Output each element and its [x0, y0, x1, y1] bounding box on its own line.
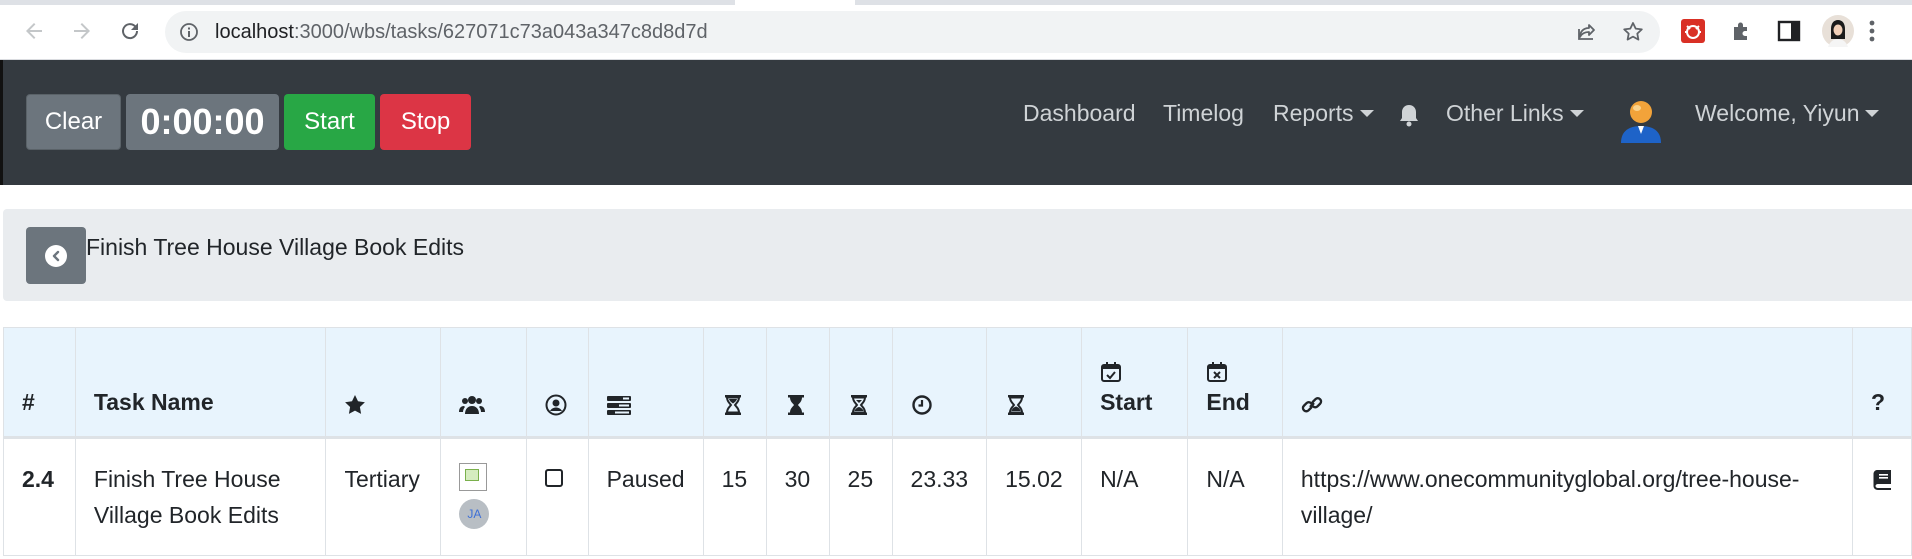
help-header-label[interactable]: ?	[1871, 389, 1885, 415]
nav-other-links[interactable]: Other Links	[1446, 100, 1584, 127]
user-avatar-icon[interactable]	[1617, 95, 1665, 143]
star-icon	[345, 395, 366, 414]
share-icon[interactable]	[1575, 20, 1599, 44]
cell-hours-estimated: 23.33	[891, 437, 988, 556]
user-circle-icon	[545, 394, 567, 416]
col-header-hours-best	[702, 327, 767, 438]
broken-image-icon	[459, 463, 488, 491]
back-arrow-icon[interactable]	[16, 13, 52, 49]
table-header-row: # Task Name Start End ?	[3, 327, 1912, 438]
nav-reports[interactable]: Reports	[1273, 100, 1374, 127]
chevron-down-icon	[1359, 110, 1374, 117]
col-header-help: ?	[1851, 327, 1912, 438]
col-header-assigned	[525, 327, 589, 438]
bookmark-star-icon[interactable]	[1621, 20, 1645, 44]
hourglass-end-icon	[1008, 395, 1025, 415]
table-row: 2.4 Finish Tree House Village Book Edits…	[3, 437, 1912, 556]
cell-task-name: Finish Tree House Village Book Edits	[74, 437, 327, 556]
cell-start-date: N/A	[1081, 437, 1189, 556]
chevron-left-icon	[45, 244, 67, 267]
task-table: # Task Name Start End ? 2.4 Finish Tree …	[3, 327, 1912, 556]
nav-dashboard[interactable]: Dashboard	[1023, 100, 1136, 127]
col-header-num: #	[3, 327, 76, 438]
nav-timelog[interactable]: Timelog	[1163, 100, 1244, 127]
cell-book	[1851, 437, 1912, 556]
cell-status: Paused	[587, 437, 704, 556]
assigned-checkbox[interactable]	[544, 469, 563, 487]
cell-resources: JA	[440, 437, 527, 556]
num-header-label: #	[22, 389, 35, 415]
url-host: localhost	[215, 21, 294, 43]
hourglass-start-icon	[724, 395, 741, 415]
chevron-down-icon	[1865, 110, 1880, 117]
clear-button[interactable]: Clear	[26, 94, 121, 150]
cell-hours-best: 15	[702, 437, 767, 556]
nav-welcome-user[interactable]: Welcome, Yiyun	[1695, 100, 1880, 127]
col-header-resources	[440, 327, 527, 438]
col-header-hours-most	[828, 327, 893, 438]
cell-priority: Tertiary	[325, 437, 442, 556]
col-header-status	[587, 327, 704, 438]
cell-end-date: N/A	[1187, 437, 1283, 556]
browser-active-tab[interactable]	[735, 0, 855, 5]
cell-link[interactable]: https://www.onecommunityglobal.org/tree-…	[1281, 437, 1853, 556]
tasks-list-icon	[606, 396, 631, 415]
chevron-down-icon	[1569, 110, 1584, 117]
col-header-logged	[986, 327, 1083, 438]
hourglass-full-icon	[787, 395, 804, 415]
member-avatar[interactable]: JA	[459, 499, 490, 529]
task-title-bar: Finish Tree House Village Book Edits	[3, 209, 1912, 301]
welcome-label: Welcome, Yiyun	[1695, 100, 1860, 126]
browser-toolbar: localhost:3000/wbs/tasks/627071c73a043a3…	[0, 0, 1912, 60]
cell-num: 2.4	[3, 437, 76, 556]
task-title: Finish Tree House Village Book Edits	[86, 234, 464, 260]
start-header-label: Start	[1100, 389, 1153, 415]
col-header-hours-worst	[765, 327, 830, 438]
col-header-link	[1281, 327, 1853, 438]
browser-menu-icon[interactable]	[1868, 19, 1876, 43]
cell-assigned	[525, 437, 589, 556]
book-icon[interactable]	[1871, 468, 1893, 490]
col-header-start: Start	[1081, 327, 1189, 438]
end-header-label: End	[1206, 389, 1250, 415]
calendar-times-icon	[1207, 362, 1228, 382]
reload-icon[interactable]	[112, 13, 148, 49]
users-icon	[459, 396, 486, 414]
link-icon	[1301, 397, 1323, 413]
col-header-task-name: Task Name	[74, 327, 327, 438]
url-text: localhost:3000/wbs/tasks/627071c73a043a3…	[215, 21, 708, 43]
address-bar[interactable]: localhost:3000/wbs/tasks/627071c73a043a3…	[165, 11, 1660, 53]
cell-hours-most: 25	[828, 437, 893, 556]
hourglass-half-icon	[850, 395, 867, 415]
forward-arrow-icon[interactable]	[64, 13, 100, 49]
col-header-priority	[325, 327, 442, 438]
extension-bug-icon[interactable]	[1680, 18, 1706, 44]
start-button[interactable]: Start	[284, 94, 375, 150]
site-info-icon[interactable]	[179, 22, 199, 42]
cell-hours-worst: 30	[765, 437, 830, 556]
stop-button[interactable]: Stop	[380, 94, 471, 150]
clock-icon	[911, 395, 932, 415]
cell-hours-logged: 15.02	[986, 437, 1083, 556]
col-header-estimated	[891, 327, 988, 438]
extensions-puzzle-icon[interactable]	[1729, 18, 1755, 44]
side-panel-icon[interactable]	[1776, 18, 1802, 44]
nav-reports-label: Reports	[1273, 100, 1354, 126]
task-name-header-label: Task Name	[93, 389, 214, 415]
calendar-check-icon	[1101, 362, 1122, 382]
url-path: :3000/wbs/tasks/627071c73a043a347c8d8d7d	[293, 21, 708, 43]
timer-display: 0:00:00	[126, 94, 279, 150]
back-button[interactable]	[26, 227, 86, 284]
nav-other-links-label: Other Links	[1446, 100, 1564, 126]
col-header-end: End	[1187, 327, 1283, 438]
browser-tabstrip	[0, 0, 1912, 5]
bell-icon[interactable]	[1396, 102, 1422, 128]
profile-avatar-icon[interactable]	[1822, 15, 1854, 47]
